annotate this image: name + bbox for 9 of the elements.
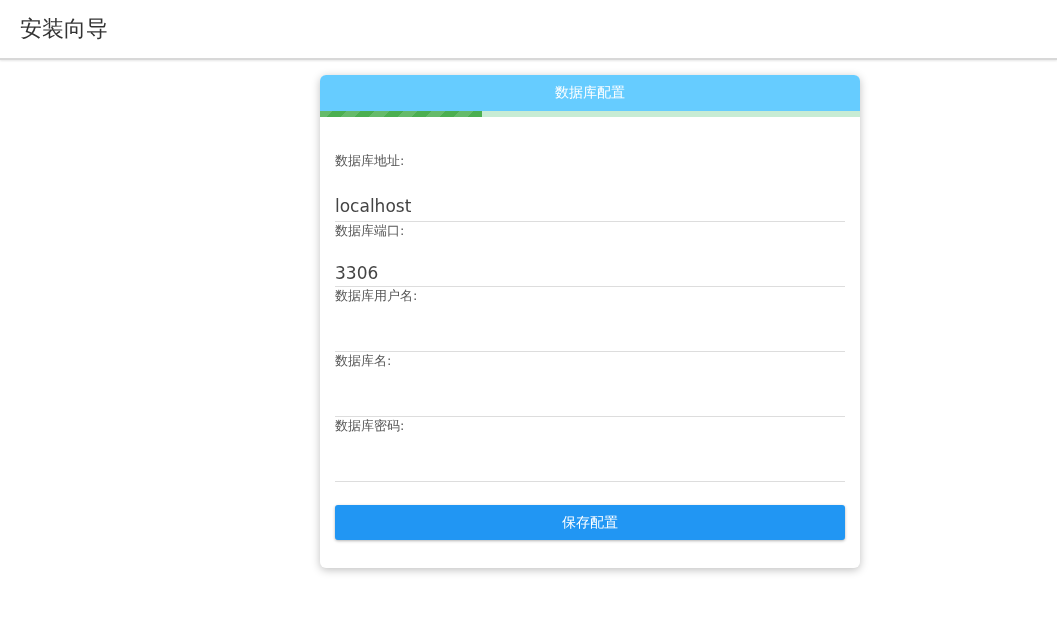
field-label: 数据库地址: [335, 152, 406, 170]
page-title: 安装向导 [20, 15, 108, 43]
field-label: 数据库端口: [335, 222, 406, 240]
field-label: 数据库用户名: [335, 287, 419, 305]
field-label: 数据库密码: [335, 417, 406, 435]
field-label: 数据库名: [335, 352, 393, 370]
input-field[interactable]: localhost [335, 188, 845, 222]
input-field[interactable]: 3306 [335, 257, 845, 287]
card-title: 数据库配置 [555, 84, 625, 102]
